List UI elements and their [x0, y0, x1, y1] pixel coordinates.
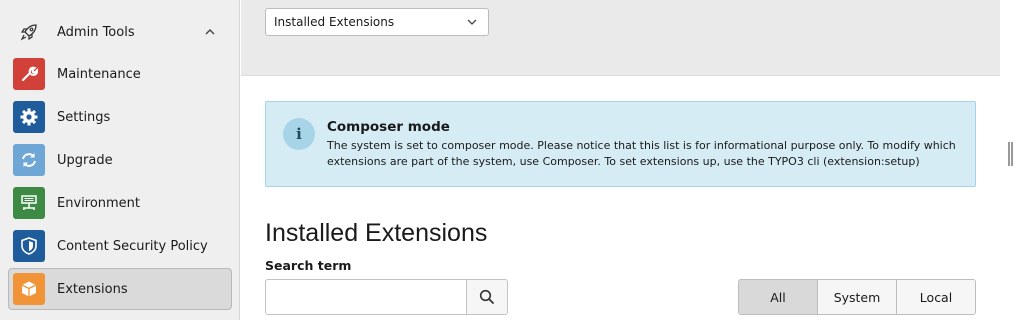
sidebar-group-label: Admin Tools: [57, 24, 135, 40]
sidebar-item-label: Content Security Policy: [57, 238, 208, 254]
resize-handle-icon[interactable]: [1008, 142, 1013, 166]
shield-icon: [13, 230, 45, 262]
box-icon: [13, 273, 45, 305]
gear-icon: [13, 101, 45, 133]
refresh-icon: [13, 144, 45, 176]
filter-all-button[interactable]: All: [739, 280, 817, 314]
callout-title: Composer mode: [327, 119, 450, 135]
chevron-down-icon: [466, 16, 478, 28]
search-icon: [479, 289, 494, 304]
splitter: [1000, 0, 1020, 320]
sidebar-group-admin-tools[interactable]: Admin Tools: [8, 12, 232, 52]
sidebar-item-label: Environment: [57, 195, 141, 211]
sidebar-item-maintenance[interactable]: Maintenance: [8, 53, 232, 95]
doc-header: Installed Extensions: [241, 0, 1000, 76]
filter-local-button[interactable]: Local: [896, 280, 975, 314]
sidebar-item-label: Maintenance: [57, 66, 141, 82]
module-select-value: Installed Extensions: [274, 15, 395, 29]
chevron-up-icon[interactable]: [202, 24, 218, 40]
sidebar-item-extensions[interactable]: Extensions: [8, 268, 232, 310]
sidebar-item-content-security-policy[interactable]: Content Security Policy: [8, 225, 232, 267]
search-box: [265, 279, 508, 315]
page-title: Installed Extensions: [265, 219, 488, 247]
sidebar-item-label: Extensions: [57, 281, 128, 297]
sidebar-item-environment[interactable]: Environment: [8, 182, 232, 224]
info-icon: i: [283, 118, 315, 150]
sidebar-item-label: Settings: [57, 109, 111, 125]
filter-system-button[interactable]: System: [817, 280, 896, 314]
rocket-icon: [12, 15, 46, 49]
composer-mode-callout: i Composer mode The system is set to com…: [265, 101, 976, 187]
main-content: Installed Extensions i Composer mode The…: [241, 0, 1000, 320]
search-button[interactable]: [466, 280, 507, 314]
wrench-icon: [13, 58, 45, 90]
sidebar-item-upgrade[interactable]: Upgrade: [8, 139, 232, 181]
callout-text: The system is set to composer mode. Plea…: [327, 139, 956, 168]
search-input[interactable]: [266, 280, 466, 314]
module-select[interactable]: Installed Extensions: [265, 8, 489, 36]
sidebar-item-settings[interactable]: Settings: [8, 96, 232, 138]
filter-button-group: All System Local: [738, 279, 976, 315]
server-icon: [13, 187, 45, 219]
sidebar-item-label: Upgrade: [57, 152, 113, 168]
search-label: Search term: [265, 258, 352, 273]
sidebar: Admin Tools Maintenance Settings Upgrade…: [0, 0, 240, 320]
